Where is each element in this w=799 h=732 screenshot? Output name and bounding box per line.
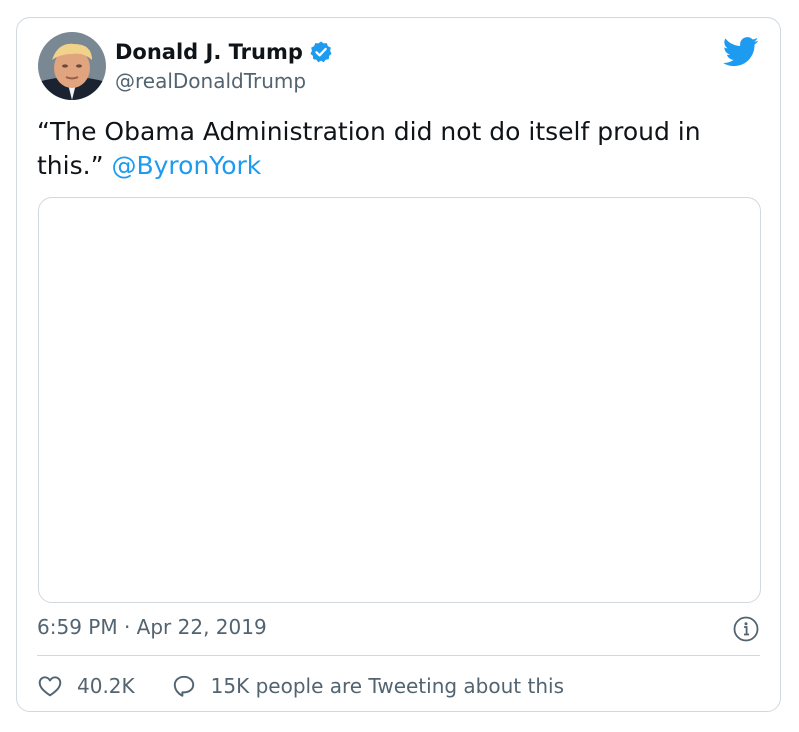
divider <box>37 655 760 656</box>
verified-badge-icon <box>310 41 332 63</box>
heart-icon <box>38 676 62 697</box>
tweet-card[interactable]: Donald J. Trump @realDonaldTrump “The Ob… <box>16 17 781 712</box>
info-icon[interactable] <box>733 616 759 642</box>
avatar[interactable] <box>38 32 106 100</box>
media-card[interactable] <box>38 197 761 603</box>
avatar-image <box>38 32 106 100</box>
tweet-text: “The Obama Administration did not do its… <box>37 115 762 183</box>
author-handle[interactable]: @realDonaldTrump <box>115 69 306 93</box>
like-count: 40.2K <box>77 674 135 698</box>
author-name[interactable]: Donald J. Trump <box>115 40 303 64</box>
mention-link[interactable]: @ByronYork <box>111 151 261 180</box>
timestamp[interactable]: 6:59 PM · Apr 22, 2019 <box>37 615 267 639</box>
like-button[interactable]: 40.2K <box>37 673 135 699</box>
timestamp-separator: · <box>117 615 137 639</box>
conversation-link[interactable]: 15K people are Tweeting about this <box>171 673 564 699</box>
author-name-row: Donald J. Trump <box>115 40 333 64</box>
action-bar: 40.2K 15K people are Tweeting about this <box>37 673 564 699</box>
twitter-bird-icon[interactable] <box>723 37 759 67</box>
conversation-text: 15K people are Tweeting about this <box>210 674 564 698</box>
tweet-date: Apr 22, 2019 <box>136 615 267 639</box>
speech-bubble-icon <box>173 675 194 697</box>
tweet-time: 6:59 PM <box>37 615 118 639</box>
